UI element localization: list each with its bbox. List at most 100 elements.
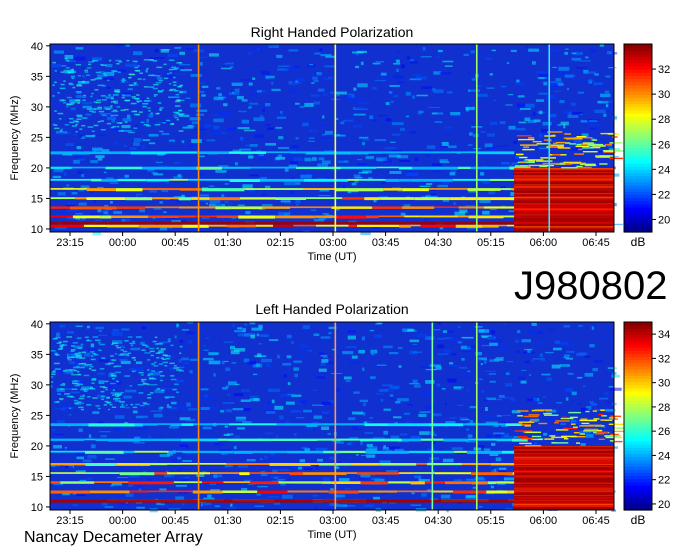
noise-speck: [293, 157, 303, 162]
noise-speck: [460, 419, 470, 421]
noise-speck: [67, 357, 70, 360]
noise-speck: [469, 406, 477, 409]
noise-speck: [234, 435, 240, 439]
emission-band: [188, 178, 230, 181]
strong-emission-streak: [514, 456, 614, 458]
noise-speck: [106, 87, 111, 89]
noise-speck: [227, 202, 232, 206]
noise-speck: [374, 139, 386, 142]
emission-band: [167, 463, 180, 465]
noise-speck: [439, 227, 444, 230]
strong-emission-streak: [592, 410, 597, 412]
emission-band: [169, 178, 189, 181]
emission-band: [182, 224, 209, 228]
strong-emission-streak: [514, 489, 614, 491]
noise-speck: [65, 447, 69, 450]
noise-speck: [77, 347, 82, 349]
noise-speck: [532, 111, 536, 116]
noise-speck: [116, 346, 121, 349]
noise-speck: [328, 413, 332, 416]
noise-speck: [176, 323, 179, 328]
emission-band: [238, 215, 276, 219]
strong-emission-streak: [587, 143, 604, 146]
noise-speck: [425, 405, 435, 410]
noise-speck: [426, 183, 433, 185]
noise-speck: [159, 454, 170, 457]
noise-speck: [315, 465, 319, 470]
emission-band: [218, 438, 228, 441]
noise-speck: [538, 147, 550, 150]
noise-speck: [71, 388, 78, 390]
noise-speck: [115, 371, 121, 374]
noise-speck: [98, 341, 101, 344]
noise-speck: [170, 375, 175, 377]
strong-emission-streak: [573, 426, 578, 428]
noise-speck: [199, 82, 205, 85]
noise-speck: [151, 171, 160, 173]
noise-speck: [477, 85, 481, 87]
emission-band: [397, 490, 432, 493]
noise-speck: [482, 180, 490, 185]
noise-speck: [501, 85, 507, 88]
noise-speck: [444, 65, 453, 67]
emission-band: [71, 166, 106, 169]
strong-emission-streak: [561, 167, 578, 169]
noise-speck: [100, 435, 107, 438]
noise-speck: [152, 60, 158, 62]
noise-speck: [295, 182, 301, 185]
noise-speck: [407, 404, 413, 406]
noise-speck: [374, 79, 386, 82]
noise-speck: [404, 412, 411, 415]
noise-speck: [350, 361, 360, 364]
noise-speck: [521, 88, 534, 90]
noise-speck: [295, 102, 300, 105]
noise-speck: [105, 108, 111, 110]
x-tick-label: 03:45: [372, 237, 400, 249]
noise-speck: [405, 91, 411, 96]
emission-band: [290, 151, 306, 154]
noise-speck: [589, 344, 595, 348]
noise-speck: [141, 378, 147, 381]
noise-speck: [507, 361, 514, 363]
noise-speck: [317, 88, 325, 92]
noise-speck: [407, 328, 415, 332]
noise-speck: [309, 64, 313, 66]
noise-speck: [466, 388, 469, 392]
strong-emission-streak: [598, 413, 604, 416]
noise-speck: [104, 506, 114, 508]
noise-speck: [181, 140, 185, 144]
noise-speck: [491, 442, 496, 446]
noise-speck: [563, 325, 570, 328]
noise-speck: [526, 46, 529, 49]
noise-speck: [318, 368, 327, 372]
noise-speck: [83, 390, 88, 392]
noise-speck: [481, 345, 493, 347]
noise-speck: [136, 100, 143, 102]
noise-speck: [559, 390, 564, 393]
emission-band: [303, 178, 349, 182]
noise-speck: [363, 402, 367, 407]
noise-speck: [107, 408, 111, 411]
noise-speck: [92, 60, 95, 62]
noise-speck: [109, 182, 119, 184]
noise-speck: [480, 131, 486, 133]
noise-speck: [115, 397, 121, 400]
strong-emission-streak: [514, 457, 614, 459]
noise-speck: [71, 191, 78, 195]
emission-band: [416, 463, 427, 465]
emission-band: [458, 215, 469, 218]
strong-emission-streak: [514, 180, 614, 182]
emission-band: [101, 178, 118, 182]
noise-speck: [179, 91, 183, 93]
noise-speck: [181, 503, 185, 505]
noise-speck: [467, 345, 476, 349]
noise-speck: [278, 468, 290, 472]
noise-speck: [176, 406, 186, 410]
noise-speck: [467, 144, 473, 146]
noise-speck: [254, 355, 267, 358]
noise-speck: [532, 61, 536, 65]
emission-band: [466, 450, 502, 454]
noise-speck: [154, 49, 159, 53]
noise-speck: [203, 396, 215, 401]
noise-speck: [156, 343, 163, 345]
